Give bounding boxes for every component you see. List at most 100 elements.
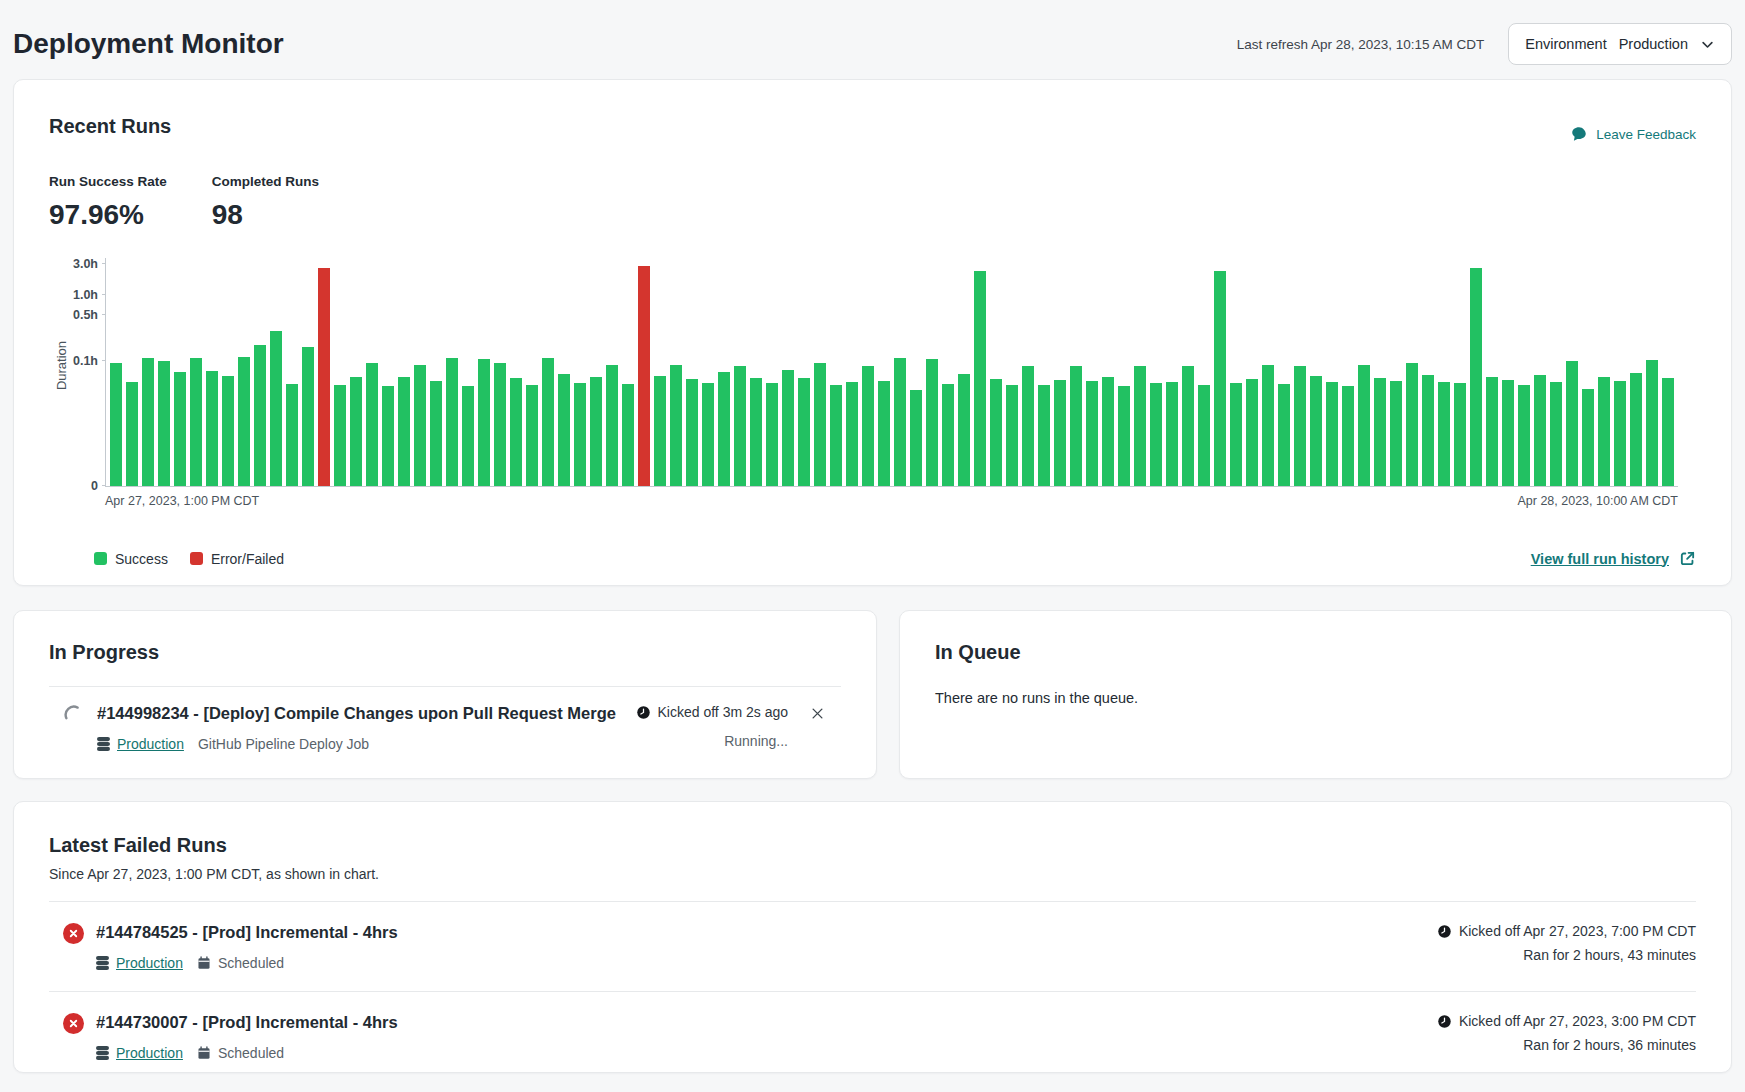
chart-bar-success[interactable]	[366, 363, 378, 486]
close-icon[interactable]	[810, 706, 825, 721]
chart-bar-success[interactable]	[1134, 366, 1146, 486]
chart-bar-success[interactable]	[1390, 381, 1402, 486]
environment-link-label[interactable]: Production	[116, 955, 183, 971]
chart-bar-success[interactable]	[558, 374, 570, 486]
environment-link[interactable]: Production	[97, 736, 184, 752]
chart-bar-success[interactable]	[1454, 383, 1466, 486]
chart-bar-success[interactable]	[974, 271, 986, 486]
chart-bar-success[interactable]	[1470, 268, 1482, 486]
chart-bar-success[interactable]	[254, 345, 266, 486]
chart-bar-success[interactable]	[846, 382, 858, 486]
chart-bar-success[interactable]	[1150, 383, 1162, 486]
chart-bar-success[interactable]	[446, 358, 458, 486]
chart-bar-success[interactable]	[302, 347, 314, 486]
chart-bar-success[interactable]	[782, 370, 794, 486]
chart-bar-success[interactable]	[654, 376, 666, 486]
chart-bar-success[interactable]	[1262, 365, 1274, 486]
leave-feedback-link[interactable]: Leave Feedback	[1570, 125, 1696, 143]
chart-bar-success[interactable]	[542, 358, 554, 486]
chart-bar-failed[interactable]	[318, 268, 330, 486]
chart-bar-success[interactable]	[1438, 382, 1450, 486]
view-history-label[interactable]: View full run history	[1531, 551, 1669, 567]
chart-bar-success[interactable]	[750, 378, 762, 486]
chart-bar-success[interactable]	[110, 363, 122, 487]
chart-bar-success[interactable]	[766, 383, 778, 486]
chart-bar-success[interactable]	[1102, 377, 1114, 486]
chart-bar-success[interactable]	[174, 372, 186, 486]
chart-bar-success[interactable]	[734, 366, 746, 486]
environment-link[interactable]: Production	[96, 955, 183, 971]
chart-bar-success[interactable]	[718, 372, 730, 486]
chart-bar-success[interactable]	[1550, 382, 1562, 486]
chart-bar-success[interactable]	[1358, 365, 1370, 486]
chart-bar-success[interactable]	[1182, 366, 1194, 486]
chart-bar-success[interactable]	[1022, 366, 1034, 486]
chart-bar-success[interactable]	[1614, 381, 1626, 486]
chart-bar-success[interactable]	[1534, 375, 1546, 486]
chart-bar-success[interactable]	[430, 381, 442, 486]
chart-bar-success[interactable]	[574, 383, 586, 486]
chart-bar-success[interactable]	[510, 378, 522, 486]
chart-bar-success[interactable]	[1246, 379, 1258, 486]
chart-bar-success[interactable]	[158, 361, 170, 486]
chart-bar-success[interactable]	[990, 379, 1002, 486]
chart-bar-success[interactable]	[1310, 376, 1322, 486]
chart-bar-success[interactable]	[1662, 378, 1674, 486]
chart-bar-success[interactable]	[1070, 366, 1082, 486]
chart-bar-success[interactable]	[1198, 385, 1210, 487]
chart-bar-success[interactable]	[1374, 378, 1386, 486]
chart-bar-success[interactable]	[1326, 382, 1338, 486]
chart-bar-success[interactable]	[1486, 377, 1498, 486]
chart-bar-success[interactable]	[126, 382, 138, 486]
chart-bar-success[interactable]	[670, 365, 682, 486]
chart-bar-success[interactable]	[478, 359, 490, 486]
chart-bar-success[interactable]	[462, 386, 474, 486]
chart-bar-success[interactable]	[878, 381, 890, 486]
environment-select[interactable]: Environment Production	[1508, 23, 1732, 65]
chart-bar-success[interactable]	[222, 376, 234, 486]
chart-bar-success[interactable]	[894, 358, 906, 487]
chart-bar-success[interactable]	[1342, 386, 1354, 486]
chart-bar-success[interactable]	[1054, 380, 1066, 486]
chart-bar-success[interactable]	[1518, 385, 1530, 487]
environment-link-label[interactable]: Production	[116, 1045, 183, 1061]
chart-bar-success[interactable]	[414, 365, 426, 486]
chart-bar-success[interactable]	[382, 386, 394, 486]
chart-bar-success[interactable]	[1086, 381, 1098, 486]
chart-bar-success[interactable]	[1630, 373, 1642, 486]
chart-bar-success[interactable]	[910, 390, 922, 487]
chart-bar-success[interactable]	[1566, 361, 1578, 486]
chart-bar-success[interactable]	[590, 377, 602, 486]
chart-bar-success[interactable]	[142, 358, 154, 486]
chart-bar-success[interactable]	[270, 331, 282, 487]
chart-bar-success[interactable]	[702, 383, 714, 486]
chart-bar-success[interactable]	[190, 358, 202, 486]
chart-bar-success[interactable]	[622, 384, 634, 486]
chart-bar-success[interactable]	[206, 371, 218, 486]
chart-bar-success[interactable]	[1230, 383, 1242, 486]
chart-bar-success[interactable]	[1278, 384, 1290, 486]
chart-bar-failed[interactable]	[638, 266, 650, 486]
chart-bar-success[interactable]	[1038, 385, 1050, 487]
chart-bar-success[interactable]	[286, 384, 298, 486]
chart-bar-success[interactable]	[926, 359, 938, 486]
chart-bar-success[interactable]	[334, 385, 346, 486]
chart-bar-success[interactable]	[1294, 366, 1306, 486]
chart-bar-success[interactable]	[238, 357, 250, 486]
chart-bar-success[interactable]	[1406, 363, 1418, 487]
chart-bar-success[interactable]	[1582, 389, 1594, 486]
chart-bar-success[interactable]	[1166, 382, 1178, 486]
chart-bar-success[interactable]	[1006, 385, 1018, 487]
chart-bar-success[interactable]	[1502, 380, 1514, 486]
chart-bar-success[interactable]	[686, 379, 698, 486]
chart-bar-success[interactable]	[398, 377, 410, 486]
chart-bar-success[interactable]	[1214, 271, 1226, 486]
chart-bar-success[interactable]	[814, 363, 826, 487]
environment-link-label[interactable]: Production	[117, 736, 184, 752]
view-history-link[interactable]: View full run history	[1531, 550, 1696, 567]
environment-link[interactable]: Production	[96, 1045, 183, 1061]
chart-bar-success[interactable]	[350, 377, 362, 486]
chart-bar-success[interactable]	[1422, 375, 1434, 486]
chart-bar-success[interactable]	[606, 365, 618, 486]
chart-bar-success[interactable]	[526, 385, 538, 487]
